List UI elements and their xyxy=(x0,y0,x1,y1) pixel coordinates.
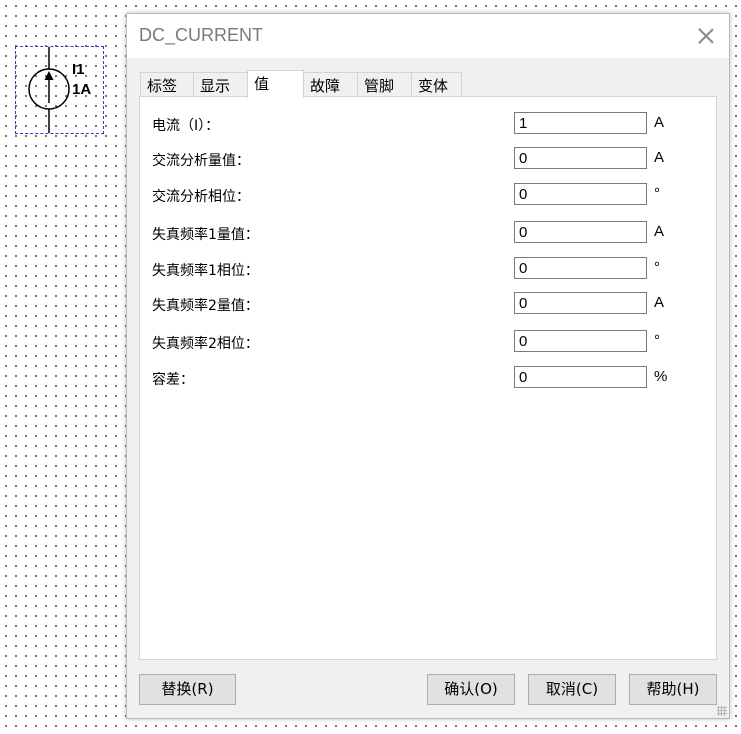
field-label: 失真频率1相位： xyxy=(152,263,259,279)
value-tab-panel: 电流（I）： A 交流分析量值： A 交流分析相位： ° 失真频率1量值： A … xyxy=(139,96,717,660)
tolerance-input[interactable] xyxy=(514,366,647,388)
field-row-distortion-f1-phase: 失真频率1相位： ° xyxy=(140,257,716,281)
field-unit: A xyxy=(654,149,665,166)
field-row-distortion-f1-magnitude: 失真频率1量值： A xyxy=(140,221,716,245)
replace-button[interactable]: 替换(R) xyxy=(139,674,236,705)
field-row-tolerance: 容差： % xyxy=(140,366,716,390)
field-unit: % xyxy=(654,368,668,385)
dialog-title: DC_CURRENT xyxy=(139,25,264,45)
ac-magnitude-input[interactable] xyxy=(514,147,647,169)
ok-button[interactable]: 确认(O) xyxy=(427,674,515,705)
field-row-ac-phase: 交流分析相位： ° xyxy=(140,183,716,207)
resize-grip-icon[interactable] xyxy=(717,706,727,716)
tab-value[interactable]: 值 xyxy=(247,70,304,98)
distortion-f2-magnitude-input[interactable] xyxy=(514,292,647,314)
current-input[interactable] xyxy=(514,112,647,134)
component-value: 1A xyxy=(72,81,92,98)
ac-phase-input[interactable] xyxy=(514,183,647,205)
tab-fault[interactable]: 故障 xyxy=(303,72,358,96)
field-label: 交流分析量值： xyxy=(152,153,250,169)
dc-current-source-component[interactable]: I1 1A xyxy=(15,46,104,134)
distortion-f1-magnitude-input[interactable] xyxy=(514,221,647,243)
dialog-titlebar[interactable]: DC_CURRENT xyxy=(127,14,729,58)
field-unit: ° xyxy=(654,185,660,202)
close-icon[interactable] xyxy=(693,23,719,49)
field-label: 电流（I）： xyxy=(152,118,220,134)
field-unit: A xyxy=(654,223,665,240)
tab-display[interactable]: 显示 xyxy=(193,72,248,96)
field-row-ac-magnitude: 交流分析量值： A xyxy=(140,147,716,171)
field-label: 容差： xyxy=(152,372,194,388)
distortion-f2-phase-input[interactable] xyxy=(514,330,647,352)
tab-variant[interactable]: 变体 xyxy=(411,72,462,96)
field-label: 失真频率2量值： xyxy=(152,298,259,314)
cancel-button[interactable]: 取消(C) xyxy=(528,674,616,705)
field-unit: A xyxy=(654,114,665,131)
tab-label[interactable]: 标签 xyxy=(140,72,194,96)
field-row-distortion-f2-magnitude: 失真频率2量值： A xyxy=(140,292,716,316)
component-reference: I1 xyxy=(72,61,85,78)
field-row-current: 电流（I）： A xyxy=(140,112,716,136)
properties-dialog: DC_CURRENT 标签 显示 值 故障 管脚 变体 电流（I）： A 交流分… xyxy=(126,13,730,719)
field-unit: A xyxy=(654,294,665,311)
field-label: 失真频率1量值： xyxy=(152,227,259,243)
field-label: 交流分析相位： xyxy=(152,189,250,205)
field-label: 失真频率2相位： xyxy=(152,336,259,352)
distortion-f1-phase-input[interactable] xyxy=(514,257,647,279)
field-unit: ° xyxy=(654,332,660,349)
tab-pins[interactable]: 管脚 xyxy=(357,72,412,96)
help-button[interactable]: 帮助(H) xyxy=(629,674,717,705)
field-unit: ° xyxy=(654,259,660,276)
field-row-distortion-f2-phase: 失真频率2相位： ° xyxy=(140,330,716,354)
